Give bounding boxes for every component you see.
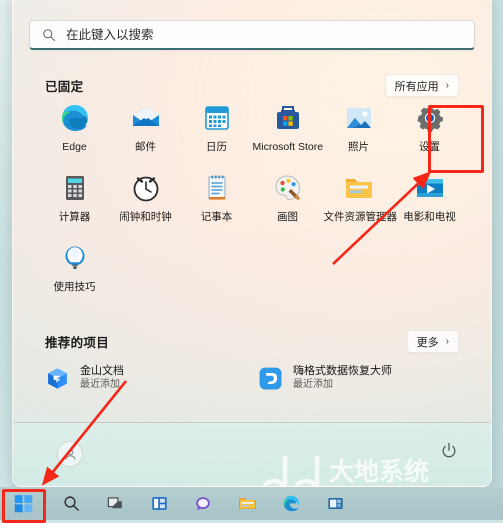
taskbar-start-button[interactable]: [8, 492, 38, 516]
higeshi-recovery-icon: [259, 367, 282, 390]
app-label: 闹钟和时钟: [119, 211, 172, 223]
taskbar-edge-button[interactable]: [280, 493, 302, 515]
app-label: Edge: [62, 141, 87, 153]
power-icon: [442, 442, 456, 458]
widgets-icon: [151, 497, 167, 510]
notepad-icon: [207, 175, 226, 200]
search-box[interactable]: [29, 20, 475, 50]
search-icon: [63, 496, 79, 511]
tips-lightbulb-icon: [65, 246, 84, 269]
recommended-item-subtitle: 最近添加: [80, 378, 120, 390]
edge-icon: [61, 105, 88, 131]
app-label: 电影和电视: [403, 211, 456, 223]
recommended-item-wps-doc[interactable]: 金山文档 最近添加: [39, 361, 252, 395]
app-tile-movies-tv[interactable]: 电影和电视: [394, 167, 465, 237]
app-window-icon: [327, 497, 343, 510]
recommended-item-data-recovery[interactable]: 嗨格式数据恢复大师 最近添加: [252, 361, 465, 395]
chevron-right-icon: ›: [445, 80, 449, 91]
app-label: 日历: [206, 141, 227, 153]
app-tile-paint[interactable]: 画图: [252, 167, 323, 237]
clock-icon: [133, 176, 158, 202]
app-label: 文件资源管理器: [323, 211, 398, 223]
photos-icon: [346, 108, 371, 128]
task-view-icon: [107, 497, 122, 509]
app-tile-mail[interactable]: 邮件: [110, 97, 181, 167]
power-button[interactable]: [439, 441, 459, 461]
pinned-section-header: 已固定 所有应用 ›: [45, 74, 459, 97]
app-tile-edge[interactable]: Edge: [39, 97, 110, 167]
mail-icon: [132, 107, 159, 126]
recommended-title: 推荐的项目: [45, 336, 110, 350]
user-account-button[interactable]: [57, 441, 92, 467]
app-tile-calculator[interactable]: 计算器: [39, 167, 110, 237]
app-label: 记事本: [200, 211, 233, 223]
taskbar-search-button[interactable]: [60, 493, 82, 515]
app-tile-notepad[interactable]: 记事本: [181, 167, 252, 237]
taskbar-task-view-button[interactable]: [104, 493, 126, 515]
recommended-item-subtitle: 最近添加: [293, 378, 333, 390]
taskbar: [0, 487, 503, 520]
search-input[interactable]: [66, 27, 396, 42]
paint-palette-icon: [274, 175, 300, 201]
taskbar-file-explorer-button[interactable]: [236, 493, 258, 515]
search-icon: [43, 28, 56, 41]
chat-icon: [196, 496, 210, 510]
all-apps-label: 所有应用: [394, 80, 439, 93]
pinned-title: 已固定: [45, 80, 84, 94]
app-label: 邮件: [135, 141, 156, 153]
app-label: 计算器: [58, 211, 91, 223]
app-tile-tips[interactable]: 使用技巧: [39, 237, 110, 307]
app-tile-file-explorer[interactable]: 文件资源管理器: [323, 167, 398, 237]
taskbar-chat-button[interactable]: [192, 493, 214, 515]
app-label: 画图: [277, 211, 298, 223]
app-tile-calendar[interactable]: 日历: [181, 97, 252, 167]
avatar-glyph-icon: [65, 449, 75, 460]
app-tile-microsoft-store[interactable]: Microsoft Store: [252, 97, 323, 167]
calendar-icon: [204, 106, 229, 130]
recommended-item-title: 金山文档: [80, 365, 124, 377]
calculator-icon: [65, 176, 84, 200]
recommended-item-text: 嗨格式数据恢复大师 最近添加: [293, 365, 392, 391]
recommended-section-header: 推荐的项目 更多 ›: [45, 330, 459, 353]
folder-icon: [238, 498, 256, 509]
microsoft-store-icon: [276, 106, 299, 129]
app-tile-photos[interactable]: 照片: [323, 97, 394, 167]
taskbar-widgets-button[interactable]: [148, 493, 170, 515]
chevron-right-icon: ›: [445, 336, 449, 347]
user-bar: [13, 423, 491, 485]
user-avatar-icon: [57, 441, 83, 467]
edge-icon: [283, 495, 299, 512]
taskbar-app-button[interactable]: [324, 493, 346, 515]
file-explorer-icon: [345, 179, 372, 198]
app-tile-clock[interactable]: 闹钟和时钟: [110, 167, 181, 237]
movies-tv-icon: [416, 179, 443, 197]
app-label: Microsoft Store: [252, 141, 324, 153]
more-button[interactable]: 更多 ›: [406, 330, 459, 353]
search-row: [29, 20, 475, 50]
pinned-app-grid: Edge 邮件 日历 Microsoft Store 照片 设置 计算器 闹钟和…: [39, 97, 465, 307]
more-label: 更多: [416, 336, 439, 349]
recommended-item-text: 金山文档 最近添加: [80, 365, 124, 391]
wps-doc-icon: [48, 367, 67, 389]
app-label: 设置: [419, 141, 440, 153]
all-apps-button[interactable]: 所有应用 ›: [384, 74, 459, 97]
app-label: 照片: [348, 141, 369, 153]
recommended-items-list: 金山文档 最近添加 嗨格式数据恢复大师 最近添加: [39, 361, 465, 395]
windows-start-icon: [14, 495, 32, 513]
settings-gear-icon: [416, 105, 443, 133]
start-menu-panel: 已固定 所有应用 › Edge 邮件: [12, 0, 492, 487]
recommended-item-title: 嗨格式数据恢复大师: [293, 365, 392, 377]
app-label: 使用技巧: [53, 281, 96, 293]
app-tile-settings[interactable]: 设置: [394, 97, 465, 167]
